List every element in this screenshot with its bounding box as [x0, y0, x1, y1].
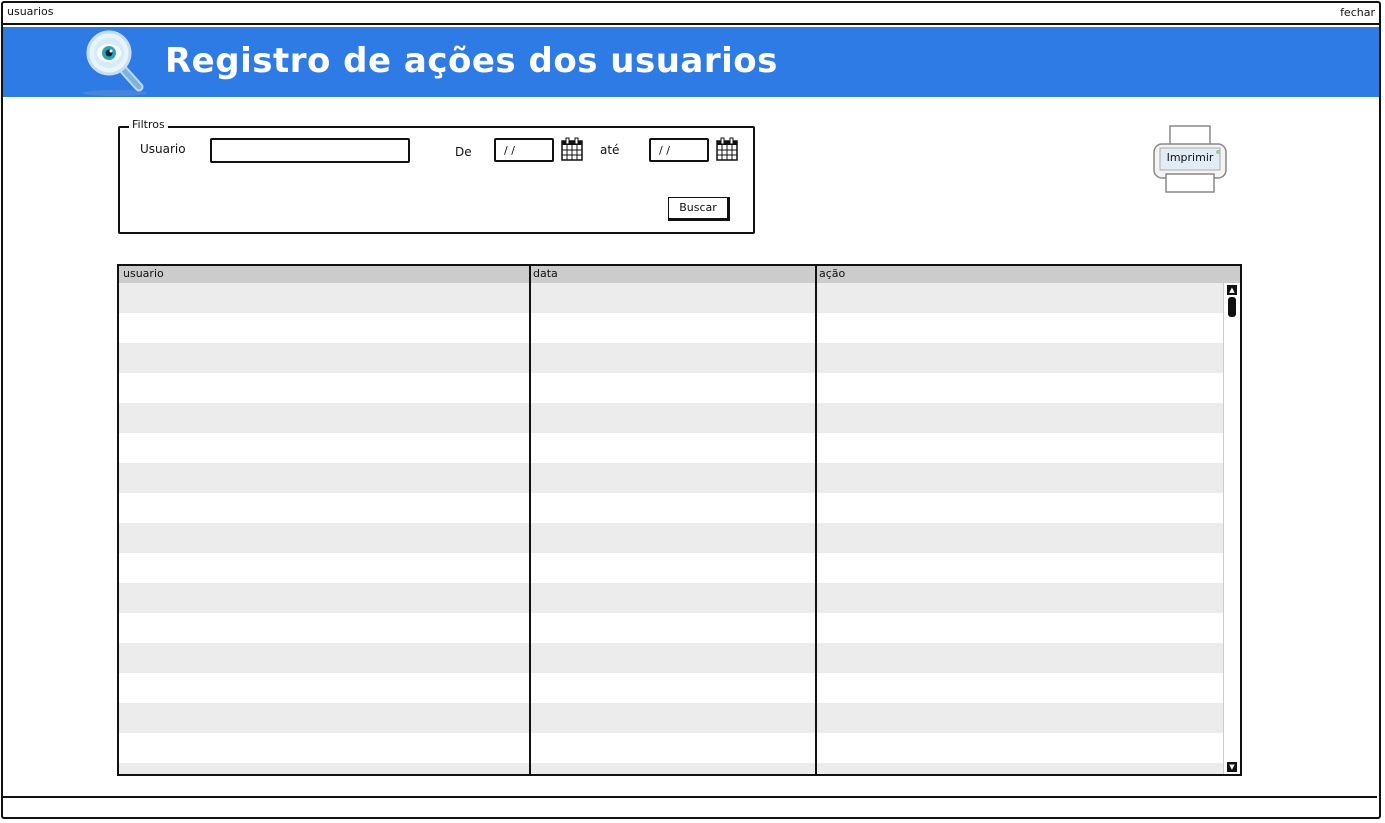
column-header-acao[interactable]: ação — [819, 267, 845, 280]
table-row[interactable] — [119, 493, 1225, 523]
to-date-input[interactable] — [649, 138, 709, 162]
table-row[interactable] — [119, 643, 1225, 673]
filters-legend: Filtros — [129, 118, 168, 131]
page-header: Registro de ações dos usuarios — [3, 27, 1379, 97]
table-row[interactable] — [119, 403, 1225, 433]
from-date-label: De — [455, 145, 472, 159]
scroll-down-arrow-icon[interactable]: ▼ — [1227, 762, 1237, 772]
calendar-icon[interactable] — [561, 137, 583, 161]
table-row[interactable] — [119, 433, 1225, 463]
table-row[interactable] — [119, 463, 1225, 493]
column-header-usuario[interactable]: usuario — [123, 267, 164, 280]
table-row[interactable] — [119, 763, 1225, 774]
table-row[interactable] — [119, 313, 1225, 343]
column-header-data[interactable]: data — [533, 267, 558, 280]
scroll-up-arrow-icon[interactable]: ▲ — [1227, 285, 1237, 295]
column-divider — [529, 266, 531, 774]
table-row[interactable] — [119, 733, 1225, 763]
table-row[interactable] — [119, 523, 1225, 553]
calendar-icon[interactable] — [716, 137, 738, 161]
column-divider — [815, 266, 817, 774]
from-date-input[interactable] — [494, 138, 554, 162]
title-bar: usuarios fechar — [3, 3, 1379, 25]
magnifier-icon — [83, 30, 147, 96]
table-row[interactable] — [119, 673, 1225, 703]
table-row[interactable] — [119, 343, 1225, 373]
table-row[interactable] — [119, 373, 1225, 403]
search-button[interactable]: Buscar — [668, 197, 730, 221]
close-button[interactable]: fechar — [1340, 3, 1375, 23]
vertical-scrollbar[interactable]: ▲ ▼ — [1223, 283, 1240, 774]
status-bar — [1, 796, 1377, 814]
table-body — [119, 283, 1225, 774]
user-label: Usuario — [140, 142, 186, 156]
window-title: usuarios — [7, 5, 54, 18]
table-row[interactable] — [119, 553, 1225, 583]
page-title: Registro de ações dos usuarios — [165, 41, 778, 81]
to-date-label: até — [600, 143, 620, 157]
table-header: usuario data ação — [119, 266, 1240, 283]
print-button-label[interactable]: Imprimir — [1163, 149, 1217, 167]
table-row[interactable] — [119, 613, 1225, 643]
user-input[interactable] — [210, 138, 410, 163]
table-row[interactable] — [119, 703, 1225, 733]
table-row[interactable] — [119, 583, 1225, 613]
scroll-thumb[interactable] — [1228, 297, 1236, 317]
table-row[interactable] — [119, 283, 1225, 313]
actions-table: usuario data ação ▲ ▼ — [117, 264, 1242, 776]
